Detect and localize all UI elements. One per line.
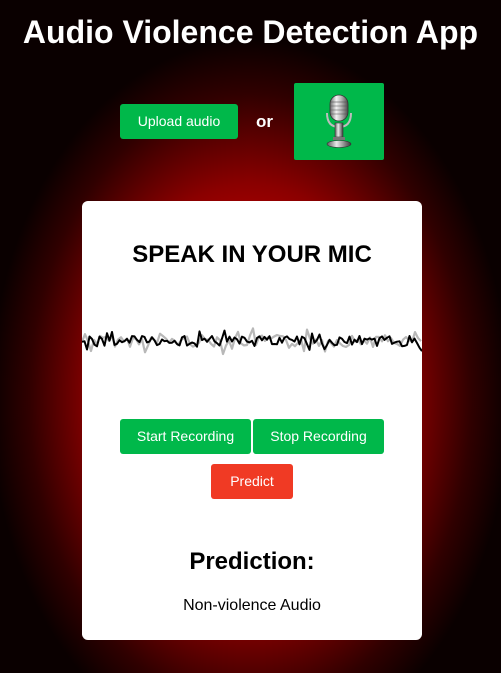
start-recording-button[interactable]: Start Recording [120,419,251,454]
prediction-heading: Prediction: [189,548,315,575]
or-separator: or [256,112,273,131]
prediction-result: Non-violence Audio [183,597,321,614]
upload-audio-button[interactable]: Upload audio [120,104,238,139]
predict-button[interactable]: Predict [211,464,293,499]
speak-title: SPEAK IN YOUR MIC [132,241,372,268]
stop-recording-button[interactable]: Stop Recording [253,419,384,454]
audio-waveform [82,327,422,356]
recording-card: SPEAK IN YOUR MIC Start Recording Stop R… [82,201,422,640]
app-title: Audio Violence Detection App [22,14,479,50]
microphone-button[interactable] [294,83,384,160]
microphone-icon [326,94,352,148]
